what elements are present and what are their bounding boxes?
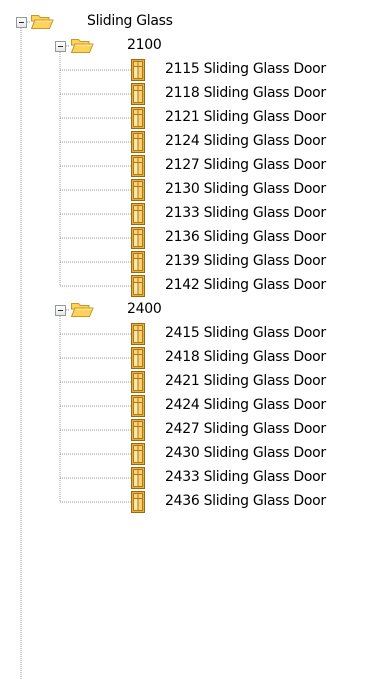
sliding-door-icon [131,155,145,177]
tree-node-2100[interactable]: 2100 [127,35,162,55]
sliding-door-icon [131,179,145,201]
sliding-door-icon [131,83,145,105]
tree-item-door[interactable]: 2436 Sliding Glass Door [165,491,326,511]
sliding-door-icon [131,347,145,369]
tree-item-door[interactable]: 2424 Sliding Glass Door [165,395,326,415]
group-2400-collapse-toggle[interactable] [55,305,66,316]
tree-item-door[interactable]: 2127 Sliding Glass Door [165,155,326,175]
group-2100-collapse-toggle[interactable] [55,41,66,52]
tree-item-door[interactable]: 2121 Sliding Glass Door [165,107,326,127]
sliding-door-icon [131,491,145,513]
tree-item-door[interactable]: 2418 Sliding Glass Door [165,347,326,367]
sliding-door-icon [131,275,145,297]
tree-item-door[interactable]: 2415 Sliding Glass Door [165,323,326,343]
sliding-door-icon [131,107,145,129]
sliding-door-icon [131,227,145,249]
folder-open-icon [30,13,54,30]
tree-item-door[interactable]: 2118 Sliding Glass Door [165,83,326,103]
tree-item-door[interactable]: 2124 Sliding Glass Door [165,131,326,151]
tree-item-door[interactable]: 2142 Sliding Glass Door [165,275,326,295]
sliding-door-icon [131,467,145,489]
tree-item-door[interactable]: 2433 Sliding Glass Door [165,467,326,487]
sliding-door-icon [131,203,145,225]
tree-item-door[interactable]: 2139 Sliding Glass Door [165,251,326,271]
tree-node-2400[interactable]: 2400 [127,299,162,319]
tree-item-door[interactable]: 2136 Sliding Glass Door [165,227,326,247]
sliding-glass-tree: Sliding Glass 2100 2115 Sliding Glass Door… [0,0,387,679]
sliding-door-icon [131,59,145,81]
tree-node-sliding-glass[interactable]: Sliding Glass [87,11,173,31]
sliding-door-icon [131,131,145,153]
sliding-door-icon [131,251,145,273]
root-collapse-toggle[interactable] [16,17,27,28]
tree-item-door[interactable]: 2133 Sliding Glass Door [165,203,326,223]
sliding-door-icon [131,395,145,417]
tree-item-door[interactable]: 2421 Sliding Glass Door [165,371,326,391]
folder-open-icon [70,37,94,54]
sliding-door-icon [131,419,145,441]
sliding-door-icon [131,371,145,393]
sliding-door-icon [131,323,145,345]
sliding-door-icon [131,443,145,465]
tree-item-door[interactable]: 2115 Sliding Glass Door [165,59,326,79]
folder-open-icon [70,301,94,318]
tree-item-door[interactable]: 2130 Sliding Glass Door [165,179,326,199]
tree-item-door[interactable]: 2427 Sliding Glass Door [165,419,326,439]
tree-item-door[interactable]: 2430 Sliding Glass Door [165,443,326,463]
